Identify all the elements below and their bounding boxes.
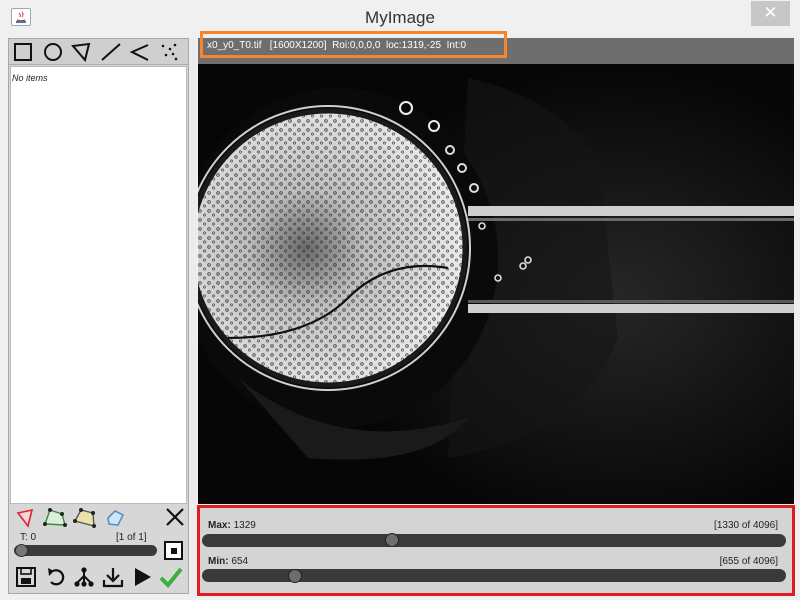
- stop-icon[interactable]: [164, 541, 183, 560]
- line-tool-icon[interactable]: [99, 41, 123, 63]
- close-button[interactable]: ✕: [751, 1, 790, 26]
- tree-icon[interactable]: [72, 565, 96, 589]
- roi-blue-icon[interactable]: [103, 507, 127, 529]
- shape-toolbar: [9, 39, 188, 65]
- download-icon[interactable]: [101, 565, 125, 589]
- info-highlight-box: [200, 31, 507, 58]
- image-view[interactable]: [198, 38, 794, 504]
- panel-splitter[interactable]: [190, 38, 197, 594]
- close-x-icon[interactable]: [163, 506, 187, 528]
- ellipse-tool-icon[interactable]: [41, 41, 65, 63]
- contrast-highlight-box: [197, 505, 795, 596]
- roi-list-empty-text: No items: [12, 73, 48, 83]
- time-slider[interactable]: [14, 545, 157, 556]
- save-icon[interactable]: [14, 565, 38, 589]
- point-tool-icon[interactable]: [157, 41, 181, 63]
- roi-list[interactable]: No items: [10, 66, 187, 504]
- roi-red-icon[interactable]: [14, 507, 38, 529]
- time-label: T: 0: [20, 532, 37, 543]
- time-slider-handle[interactable]: [15, 544, 28, 557]
- polyline-tool-icon[interactable]: [127, 41, 151, 63]
- rectangle-tool-icon[interactable]: [11, 41, 35, 63]
- polygon-tool-icon[interactable]: [69, 41, 93, 63]
- window-title: MyImage: [365, 8, 435, 27]
- stop-icon-dot: [170, 547, 177, 554]
- roi-yellow-polygon-icon[interactable]: [72, 507, 98, 529]
- play-icon[interactable]: [130, 565, 154, 589]
- checkmark-icon[interactable]: [158, 565, 184, 589]
- microscopy-image: [198, 38, 794, 504]
- undo-icon[interactable]: [44, 565, 68, 589]
- frame-count: [1 of 1]: [116, 532, 147, 543]
- roi-green-polygon-icon[interactable]: [42, 507, 68, 529]
